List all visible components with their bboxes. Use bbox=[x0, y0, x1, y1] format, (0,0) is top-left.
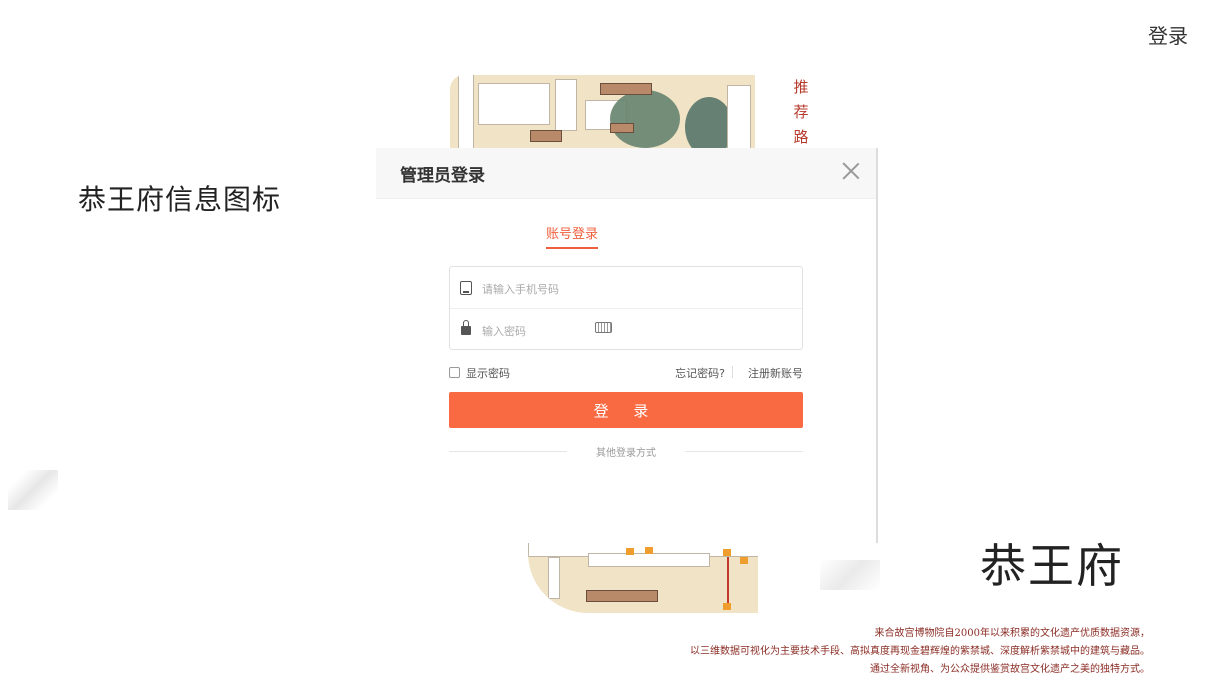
fade-decoration-right bbox=[820, 560, 880, 590]
recommend-char: 荐 bbox=[793, 103, 809, 121]
phone-field-row bbox=[450, 267, 802, 308]
recommend-char: 推 bbox=[793, 78, 809, 96]
brand-title: 恭王府 bbox=[980, 539, 1124, 593]
login-input-group bbox=[449, 266, 803, 350]
password-field-row bbox=[450, 308, 802, 350]
fade-decoration-left bbox=[8, 470, 58, 510]
keyboard-icon[interactable] bbox=[595, 322, 612, 333]
show-password-label: 显示密码 bbox=[466, 367, 510, 380]
tab-account-login[interactable]: 账号登录 bbox=[546, 223, 598, 249]
lock-icon bbox=[461, 320, 471, 335]
login-options: 显示密码 忘记密码? 注册新账号 bbox=[449, 363, 803, 381]
link-separator bbox=[732, 366, 733, 378]
modal-title: 管理员登录 bbox=[400, 166, 485, 186]
login-modal: 管理员登录 账号登录 显示密码 忘记密码? 注册新账号 登 录 其他登录方式 bbox=[376, 148, 878, 543]
recommend-char: 路 bbox=[793, 128, 809, 146]
recommend-route-label: 推 荐 路 bbox=[790, 75, 812, 150]
other-login-divider: 其他登录方式 bbox=[449, 444, 803, 459]
register-link[interactable]: 注册新账号 bbox=[748, 365, 803, 381]
password-input[interactable] bbox=[480, 321, 584, 341]
top-login-link[interactable]: 登录 bbox=[1148, 20, 1188, 49]
forgot-password-link[interactable]: 忘记密码? bbox=[675, 365, 725, 381]
description-line: 通过全新视角、为公众提供鉴赏故宫文化遗产之美的独特方式。 bbox=[870, 664, 1150, 675]
checkbox-box[interactable] bbox=[449, 367, 460, 378]
description: 来合故宫博物院自2000年以来积累的文化遗产优质数据资源， 以三维数据可视化为主… bbox=[550, 625, 1150, 679]
description-line: 以三维数据可视化为主要技术手段、高拟真度再现金碧辉煌的紫禁城、深度解析紫禁城中的… bbox=[690, 646, 1150, 657]
modal-header: 管理员登录 bbox=[376, 148, 876, 199]
map-image-bottom bbox=[528, 543, 758, 613]
close-icon[interactable] bbox=[840, 160, 862, 182]
description-line: 来合故宫博物院自2000年以来积累的文化遗产优质数据资源， bbox=[874, 628, 1150, 639]
phone-input[interactable] bbox=[480, 279, 744, 299]
left-title: 恭王府信息图标 bbox=[78, 183, 282, 216]
show-password-checkbox[interactable]: 显示密码 bbox=[449, 365, 510, 381]
login-submit-button[interactable]: 登 录 bbox=[449, 392, 803, 428]
phone-icon bbox=[460, 281, 472, 295]
map-image-top bbox=[450, 75, 755, 155]
